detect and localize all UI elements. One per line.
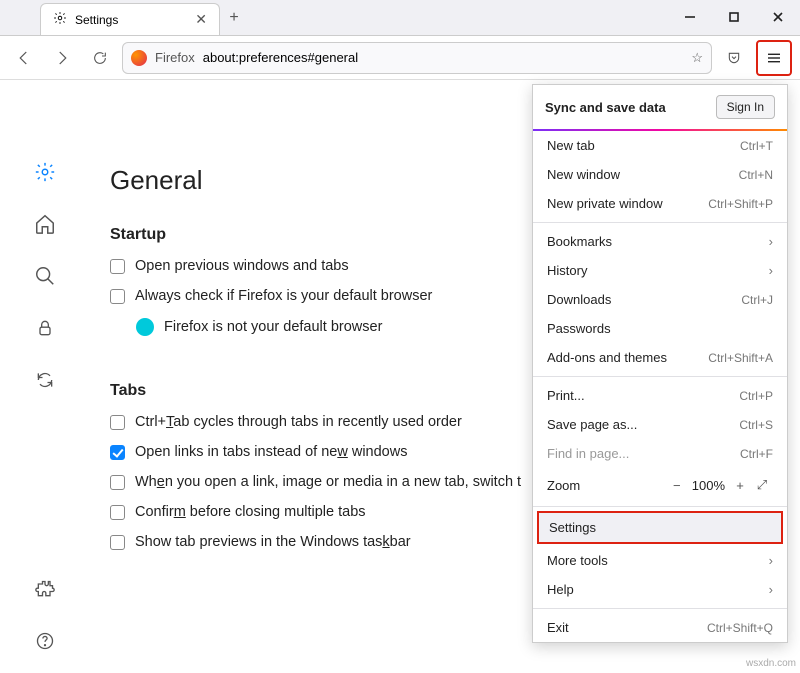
browser-tab[interactable]: Settings ✕: [40, 3, 220, 35]
close-window-button[interactable]: [756, 0, 800, 35]
menu-new-tab[interactable]: New tabCtrl+T: [533, 131, 787, 160]
minimize-button[interactable]: [668, 0, 712, 35]
gear-icon: [53, 11, 67, 28]
menu-history[interactable]: History›: [533, 256, 787, 285]
menu-new-private[interactable]: New private windowCtrl+Shift+P: [533, 189, 787, 218]
chevron-right-icon: ›: [769, 553, 773, 568]
menu-downloads[interactable]: DownloadsCtrl+J: [533, 285, 787, 314]
sign-in-button[interactable]: Sign In: [716, 95, 775, 119]
menu-sync-row[interactable]: Sync and save data Sign In: [533, 85, 787, 131]
app-menu-button[interactable]: [759, 43, 789, 73]
hamburger-highlight: [756, 40, 792, 76]
bookmark-star-icon[interactable]: ☆: [691, 50, 703, 66]
menu-passwords[interactable]: Passwords: [533, 314, 787, 343]
sidebar-help-icon[interactable]: [33, 629, 57, 653]
maximize-button[interactable]: [712, 0, 756, 35]
back-button[interactable]: [8, 42, 40, 74]
sidebar-search-icon[interactable]: [33, 264, 57, 288]
menu-find[interactable]: Find in page...Ctrl+F: [533, 439, 787, 468]
toolbar: Firefox about:preferences#general ☆: [0, 36, 800, 80]
sidebar-privacy-icon[interactable]: [33, 316, 57, 340]
url-bar[interactable]: Firefox about:preferences#general ☆: [122, 42, 712, 74]
sidebar-sync-icon[interactable]: [33, 368, 57, 392]
menu-print[interactable]: Print...Ctrl+P: [533, 381, 787, 410]
tab-title: Settings: [75, 13, 118, 27]
chevron-right-icon: ›: [769, 582, 773, 597]
identity-label: Firefox: [155, 50, 195, 65]
forward-button[interactable]: [46, 42, 78, 74]
menu-help[interactable]: Help›: [533, 575, 787, 604]
chevron-right-icon: ›: [769, 263, 773, 278]
close-tab-icon[interactable]: ✕: [195, 11, 207, 28]
zoom-in-button[interactable]: +: [729, 474, 751, 496]
menu-bookmarks[interactable]: Bookmarks›: [533, 227, 787, 256]
url-text: about:preferences#general: [203, 50, 358, 65]
menu-addons[interactable]: Add-ons and themesCtrl+Shift+A: [533, 343, 787, 372]
watermark: wsxdn.com: [746, 658, 796, 669]
sidebar-home-icon[interactable]: [33, 212, 57, 236]
menu-exit[interactable]: ExitCtrl+Shift+Q: [533, 613, 787, 642]
menu-new-window[interactable]: New windowCtrl+N: [533, 160, 787, 189]
fullscreen-icon[interactable]: ⤢: [751, 474, 773, 496]
menu-save-as[interactable]: Save page as...Ctrl+S: [533, 410, 787, 439]
zoom-value: 100%: [688, 478, 729, 493]
menu-zoom-row: Zoom − 100% + ⤢: [533, 468, 787, 502]
sidebar-extensions-icon[interactable]: [33, 577, 57, 601]
zoom-out-button[interactable]: −: [666, 474, 688, 496]
new-tab-button[interactable]: +: [220, 9, 248, 27]
chevron-right-icon: ›: [769, 234, 773, 249]
menu-settings[interactable]: Settings: [537, 511, 783, 544]
settings-sidebar: [0, 80, 90, 673]
pocket-icon[interactable]: [718, 42, 750, 74]
firefox-icon: [131, 50, 147, 66]
menu-more-tools[interactable]: More tools›: [533, 546, 787, 575]
reload-button[interactable]: [84, 42, 116, 74]
sidebar-general-icon[interactable]: [33, 160, 57, 184]
titlebar: Settings ✕ +: [0, 0, 800, 36]
window-controls: [668, 0, 800, 35]
sad-face-icon: [136, 318, 154, 336]
app-menu: Sync and save data Sign In New tabCtrl+T…: [532, 84, 788, 643]
